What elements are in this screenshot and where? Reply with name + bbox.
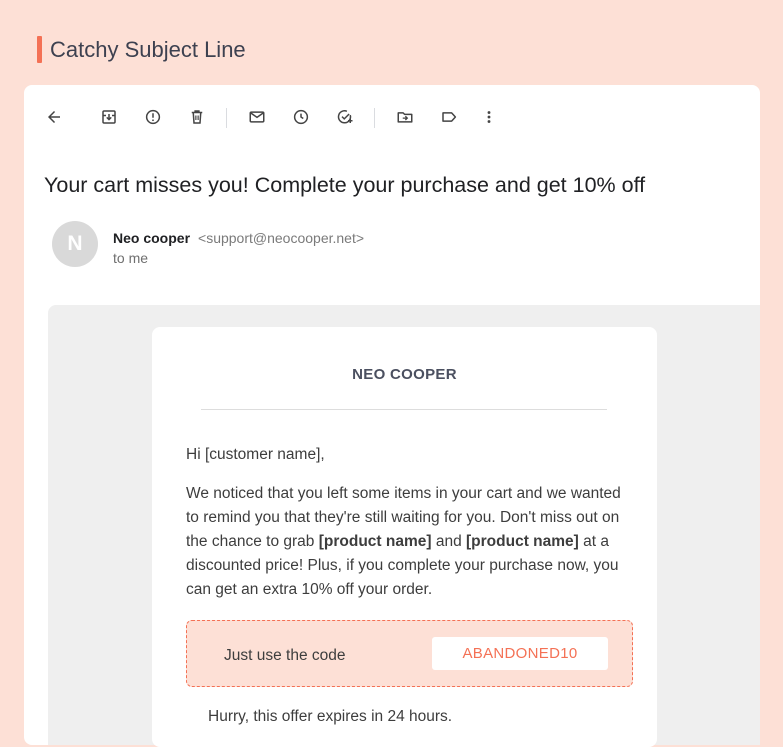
email-toolbar xyxy=(24,85,760,151)
more-options-icon[interactable] xyxy=(479,107,499,127)
email-content-card: NEO COOPER Hi [customer name], We notice… xyxy=(152,327,657,747)
toolbar-divider xyxy=(226,108,227,128)
brand-logo-text: NEO COOPER xyxy=(352,366,457,383)
header-accent-bar xyxy=(37,36,42,63)
product-name: [product name] xyxy=(466,533,579,550)
archive-icon[interactable] xyxy=(99,107,119,127)
back-arrow-icon[interactable] xyxy=(44,107,64,127)
move-to-icon[interactable] xyxy=(395,107,415,127)
snooze-icon[interactable] xyxy=(291,107,311,127)
add-task-icon[interactable] xyxy=(335,107,355,127)
body-text: and xyxy=(431,533,467,550)
product-name: [product name] xyxy=(318,533,432,550)
email-subject: Your cart misses you! Complete your purc… xyxy=(44,173,646,197)
email-view: Your cart misses you! Complete your purc… xyxy=(24,85,760,747)
sender-name[interactable]: Neo cooper xyxy=(113,230,190,246)
sender-info: Neo cooper <support@neocooper.net> xyxy=(113,229,364,247)
discount-code-box: Just use the code ABANDONED10 xyxy=(186,620,633,687)
expiry-notice: Hurry, this offer expires in 24 hours. xyxy=(208,708,453,725)
body-paragraph: We noticed that you left some items in y… xyxy=(186,482,626,602)
sender-email: <support@neocooper.net> xyxy=(198,230,365,246)
avatar[interactable]: N xyxy=(52,221,98,267)
toolbar-divider xyxy=(374,108,375,128)
delete-icon[interactable] xyxy=(187,107,207,127)
greeting: Hi [customer name], xyxy=(186,446,325,463)
email-body-background: NEO COOPER Hi [customer name], We notice… xyxy=(48,305,760,747)
label-icon[interactable] xyxy=(439,107,459,127)
code-label: Just use the code xyxy=(224,647,346,664)
discount-code[interactable]: ABANDONED10 xyxy=(432,637,608,670)
divider xyxy=(201,409,607,410)
page-title: Catchy Subject Line xyxy=(50,37,246,62)
recipient-line[interactable]: to me xyxy=(113,250,148,266)
report-spam-icon[interactable] xyxy=(143,107,163,127)
mark-unread-icon[interactable] xyxy=(247,107,267,127)
